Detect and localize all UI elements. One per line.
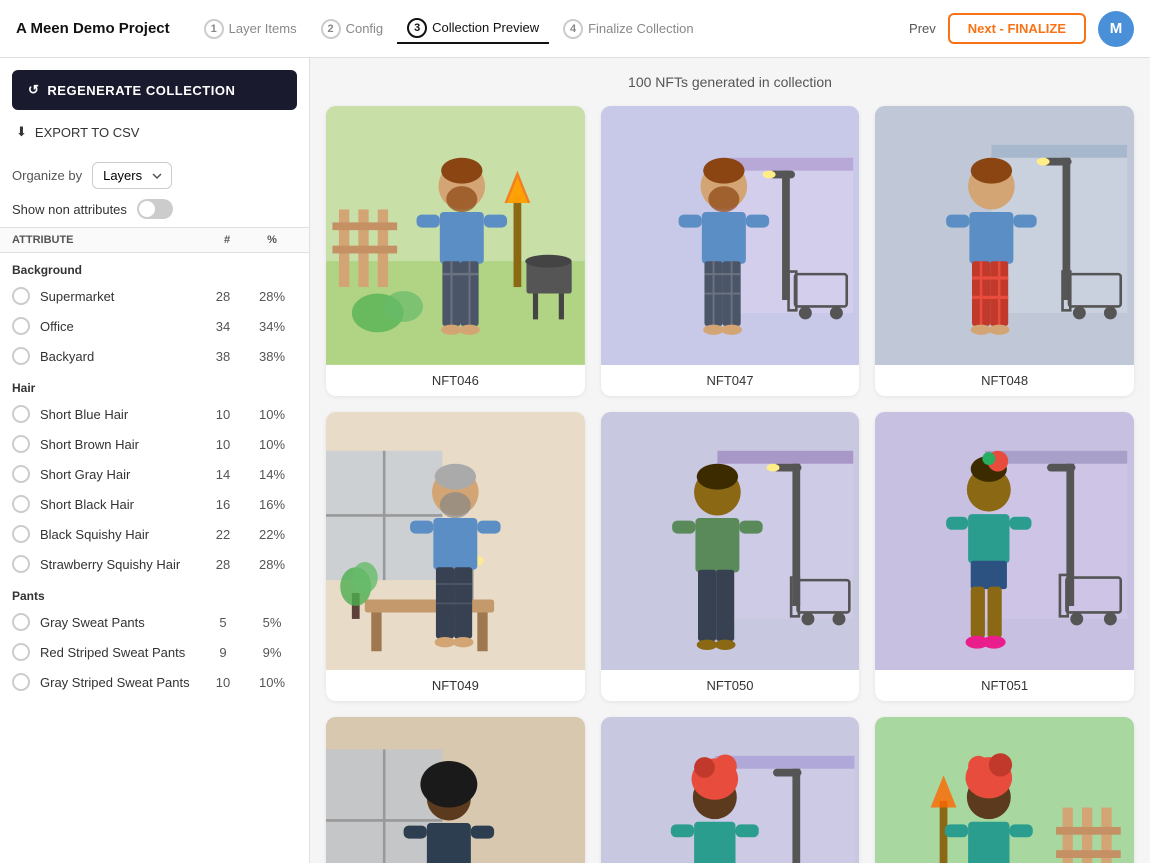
- attr-short-gray-hair[interactable]: Short Gray Hair 14 14%: [0, 459, 309, 489]
- sidebar-actions: ↺ REGENERATE COLLECTION ⬇ EXPORT TO CSV: [0, 58, 309, 152]
- organize-label: Organize by: [12, 168, 82, 183]
- nft-card-051[interactable]: NFT051: [875, 412, 1134, 702]
- checkbox-short-brown-hair[interactable]: [12, 435, 30, 453]
- attr-backyard[interactable]: Backyard 38 38%: [0, 341, 309, 371]
- checkbox-short-black-hair[interactable]: [12, 495, 30, 513]
- show-non-row: Show non attributes: [0, 193, 309, 227]
- nft-label-049: NFT049: [326, 670, 585, 701]
- topbar: A Meen Demo Project 1 Layer Items 2 Conf…: [0, 0, 1150, 58]
- export-icon: ⬇: [16, 124, 27, 140]
- content-area: 100 NFTs generated in collection: [310, 58, 1150, 863]
- step-2[interactable]: 2 Config: [311, 14, 394, 44]
- nft-grid: NFT046: [326, 106, 1134, 863]
- nft-label-051: NFT051: [875, 670, 1134, 701]
- attr-short-black-hair[interactable]: Short Black Hair 16 16%: [0, 489, 309, 519]
- nft-card-054[interactable]: NFT054: [875, 717, 1134, 863]
- nft-image-049: [326, 412, 585, 671]
- step-1-label: Layer Items: [229, 21, 297, 36]
- avatar: M: [1098, 11, 1134, 47]
- next-button[interactable]: Next - FINALIZE: [948, 13, 1086, 44]
- nft-label-048: NFT048: [875, 365, 1134, 396]
- section-background: Background: [0, 253, 309, 281]
- checkbox-supermarket[interactable]: [12, 287, 30, 305]
- regen-icon: ↺: [28, 82, 39, 98]
- nft-card-050[interactable]: NFT050: [601, 412, 860, 702]
- nft-card-046[interactable]: NFT046: [326, 106, 585, 396]
- nft-image-050: [601, 412, 860, 671]
- show-non-toggle[interactable]: [137, 199, 173, 219]
- checkbox-short-blue-hair[interactable]: [12, 405, 30, 423]
- nft-image-053: [601, 717, 860, 863]
- step-3-label: Collection Preview: [432, 20, 539, 35]
- checkbox-black-squishy-hair[interactable]: [12, 525, 30, 543]
- nft-image-048: [875, 106, 1134, 365]
- attr-gray-sweat-pants[interactable]: Gray Sweat Pants 5 5%: [0, 607, 309, 637]
- export-button[interactable]: ⬇ EXPORT TO CSV: [12, 118, 297, 146]
- nft-label-046: NFT046: [326, 365, 585, 396]
- nft-image-047: [601, 106, 860, 365]
- attr-supermarket[interactable]: Supermarket 28 28%: [0, 281, 309, 311]
- prev-button[interactable]: Prev: [909, 21, 936, 36]
- show-non-label: Show non attributes: [12, 202, 127, 217]
- step-2-label: Config: [346, 21, 384, 36]
- regenerate-button[interactable]: ↺ REGENERATE COLLECTION: [12, 70, 297, 110]
- attribute-table: ATTRIBUTE # % Background Supermarket 28 …: [0, 227, 309, 717]
- sidebar: ↺ REGENERATE COLLECTION ⬇ EXPORT TO CSV …: [0, 58, 310, 863]
- step-2-num: 2: [321, 19, 341, 39]
- nft-card-047[interactable]: NFT047: [601, 106, 860, 396]
- nft-image-052: [326, 717, 585, 863]
- topbar-right: Prev Next - FINALIZE M: [909, 11, 1134, 47]
- attr-red-striped-sweat-pants[interactable]: Red Striped Sweat Pants 9 9%: [0, 637, 309, 667]
- step-1[interactable]: 1 Layer Items: [194, 14, 307, 44]
- col-attr: ATTRIBUTE: [12, 234, 207, 246]
- attr-black-squishy-hair[interactable]: Black Squishy Hair 22 22%: [0, 519, 309, 549]
- checkbox-red-striped-sweat-pants[interactable]: [12, 643, 30, 661]
- attr-table-header: ATTRIBUTE # %: [0, 227, 309, 253]
- step-3-num: 3: [407, 18, 427, 38]
- attr-short-brown-hair[interactable]: Short Brown Hair 10 10%: [0, 429, 309, 459]
- organize-row: Organize by Layers Rarity Name: [0, 152, 309, 193]
- checkbox-strawberry-squishy-hair[interactable]: [12, 555, 30, 573]
- checkbox-gray-striped-sweat-pants[interactable]: [12, 673, 30, 691]
- nft-label-047: NFT047: [601, 365, 860, 396]
- nft-card-053[interactable]: NFT053: [601, 717, 860, 863]
- col-pct: %: [247, 234, 297, 246]
- nft-card-048[interactable]: NFT048: [875, 106, 1134, 396]
- nft-image-054: [875, 717, 1134, 863]
- steps: 1 Layer Items 2 Config 3 Collection Prev…: [194, 14, 893, 44]
- col-num: #: [207, 234, 247, 246]
- step-4-label: Finalize Collection: [588, 21, 694, 36]
- attr-office[interactable]: Office 34 34%: [0, 311, 309, 341]
- attr-strawberry-squishy-hair[interactable]: Strawberry Squishy Hair 28 28%: [0, 549, 309, 579]
- checkbox-short-gray-hair[interactable]: [12, 465, 30, 483]
- nft-image-046: [326, 106, 585, 365]
- checkbox-backyard[interactable]: [12, 347, 30, 365]
- nft-label-050: NFT050: [601, 670, 860, 701]
- checkbox-office[interactable]: [12, 317, 30, 335]
- organize-select[interactable]: Layers Rarity Name: [92, 162, 172, 189]
- project-title: A Meen Demo Project: [16, 20, 170, 37]
- attr-gray-striped-sweat-pants[interactable]: Gray Striped Sweat Pants 10 10%: [0, 667, 309, 697]
- step-1-num: 1: [204, 19, 224, 39]
- attr-short-blue-hair[interactable]: Short Blue Hair 10 10%: [0, 399, 309, 429]
- step-3[interactable]: 3 Collection Preview: [397, 14, 549, 44]
- step-4[interactable]: 4 Finalize Collection: [553, 14, 704, 44]
- nft-card-052[interactable]: NFT052: [326, 717, 585, 863]
- section-hair: Hair: [0, 371, 309, 399]
- content-header: 100 NFTs generated in collection: [326, 74, 1134, 90]
- step-4-num: 4: [563, 19, 583, 39]
- main: ↺ REGENERATE COLLECTION ⬇ EXPORT TO CSV …: [0, 58, 1150, 863]
- nft-card-049[interactable]: NFT049: [326, 412, 585, 702]
- checkbox-gray-sweat-pants[interactable]: [12, 613, 30, 631]
- nft-image-051: [875, 412, 1134, 671]
- section-pants: Pants: [0, 579, 309, 607]
